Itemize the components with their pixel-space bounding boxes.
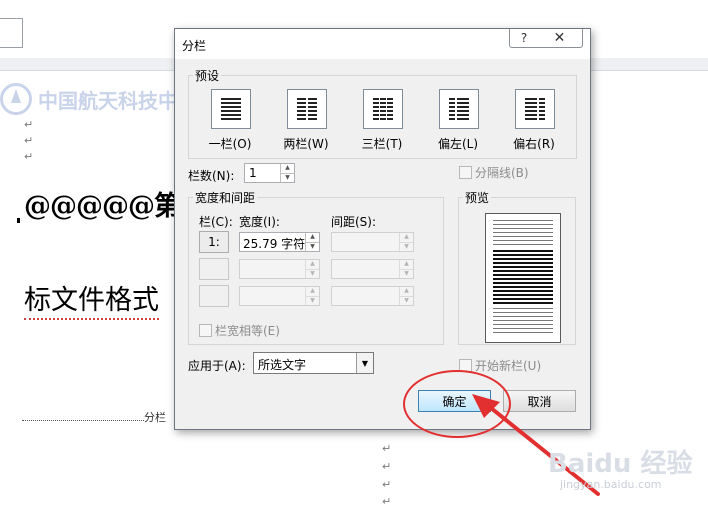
preset-three-columns-label[interactable]: 三栏(T) (352, 135, 412, 152)
one-column-icon (221, 98, 241, 120)
preset-one-column-label[interactable]: 一栏(O) (200, 135, 260, 152)
col-header: 栏(C): (199, 215, 233, 229)
toc-entry[interactable]: 分栏 (22, 409, 166, 425)
spin-down-icon: ▼ (305, 295, 319, 305)
column-width-input: ▲ ▼ (239, 286, 320, 306)
num-columns-stepper[interactable]: 1 ▲ ▼ (244, 163, 295, 183)
spin-down-icon: ▼ (305, 268, 319, 278)
spin-down-icon: ▼ (399, 241, 413, 251)
three-columns-icon (373, 98, 393, 120)
dropdown-arrow-icon[interactable]: ▼ (356, 353, 373, 373)
spin-down-icon[interactable]: ▼ (280, 172, 294, 182)
spin-down-icon: ▼ (399, 268, 413, 278)
column-number: 1: (199, 231, 229, 253)
page-corner (0, 18, 23, 48)
paragraph-mark: ↵ (24, 118, 34, 131)
two-columns-icon (297, 98, 317, 120)
spin-down-icon[interactable]: ▼ (305, 241, 319, 251)
document-heading-line2[interactable]: 标文件格式 (24, 278, 159, 320)
paragraph-mark: ↵ (382, 495, 392, 508)
document-heading-line1[interactable]: @@@@@第 (24, 184, 181, 223)
paragraph-mark: ↵ (382, 442, 392, 455)
dialog-title: 分栏 (182, 39, 207, 53)
baidu-watermark-url: jingyan.baidu.com (560, 478, 662, 491)
preset-left-label[interactable]: 偏左(L) (428, 135, 488, 152)
width-header: 宽度(I): (239, 215, 280, 229)
spacing-header: 间距(S): (331, 215, 377, 229)
num-columns-label: 栏数(N): (188, 169, 235, 183)
presets-group-label: 预设 (193, 67, 222, 84)
columns-dialog: 分栏 ? ✕ 预设 一栏(O) 两栏(W) 三栏(T) 偏左(L) 偏右(R) … (174, 28, 591, 430)
paragraph-mark: ↵ (382, 478, 392, 491)
baidu-watermark: Baidu 经验 (548, 449, 693, 479)
apply-to-select[interactable]: 所选文字 ▼ (253, 352, 374, 374)
spin-up-icon: ▲ (305, 260, 319, 269)
spin-up-icon: ▲ (399, 233, 413, 242)
apply-to-label: 应用于(A): (188, 359, 246, 373)
preset-right[interactable] (515, 89, 555, 129)
dialog-titlebar[interactable]: 分栏 ? ✕ (175, 29, 590, 59)
paragraph-mark: ↵ (382, 460, 392, 473)
preview-page-lines (493, 220, 553, 333)
preset-two-columns[interactable] (287, 89, 327, 129)
preset-three-columns[interactable] (363, 89, 403, 129)
column-spacing-input[interactable]: ▲ ▼ (331, 232, 414, 252)
start-new-column-label: 开始新栏(U) (475, 359, 542, 373)
preset-two-columns-label[interactable]: 两栏(W) (276, 135, 336, 152)
equal-width-checkbox[interactable] (199, 324, 212, 337)
separator-line-checkbox[interactable] (459, 166, 472, 179)
paragraph-mark: ↵ (24, 134, 34, 147)
help-button[interactable]: ? (509, 29, 539, 48)
preset-right-label[interactable]: 偏右(R) (504, 135, 564, 152)
width-spacing-group-label: 宽度和间距 (193, 189, 258, 206)
text-cursor (17, 218, 20, 223)
column-number (199, 285, 229, 307)
right-column-icon (525, 98, 545, 120)
spin-up-icon: ▲ (399, 260, 413, 269)
column-width-input[interactable]: 25.79 字符 ▲ ▼ (239, 232, 320, 252)
column-spacing-input: ▲ ▼ (331, 259, 414, 279)
preview-group-label: 预览 (463, 189, 492, 206)
column-number (199, 258, 229, 280)
column-spacing-input: ▲ ▼ (331, 286, 414, 306)
watermark-text: 中国航天科技中 (38, 88, 178, 113)
column-width-input: ▲ ▼ (239, 259, 320, 279)
spin-up-icon: ▲ (305, 287, 319, 296)
equal-width-label: 栏宽相等(E) (215, 324, 280, 338)
spin-down-icon: ▼ (399, 295, 413, 305)
spin-up-icon[interactable]: ▲ (280, 164, 294, 173)
paragraph-mark: ↵ (24, 150, 34, 163)
preset-left[interactable] (439, 89, 479, 129)
left-column-icon (449, 98, 469, 120)
spin-up-icon: ▲ (399, 287, 413, 296)
rocket-logo-icon (0, 83, 32, 115)
separator-line-label: 分隔线(B) (475, 166, 529, 180)
close-button[interactable]: ✕ (537, 29, 583, 48)
preview-page (485, 213, 561, 343)
preset-one-column[interactable] (211, 89, 251, 129)
document-logo-watermark: 中国航天科技中 (0, 82, 178, 116)
spin-up-icon[interactable]: ▲ (305, 233, 319, 242)
